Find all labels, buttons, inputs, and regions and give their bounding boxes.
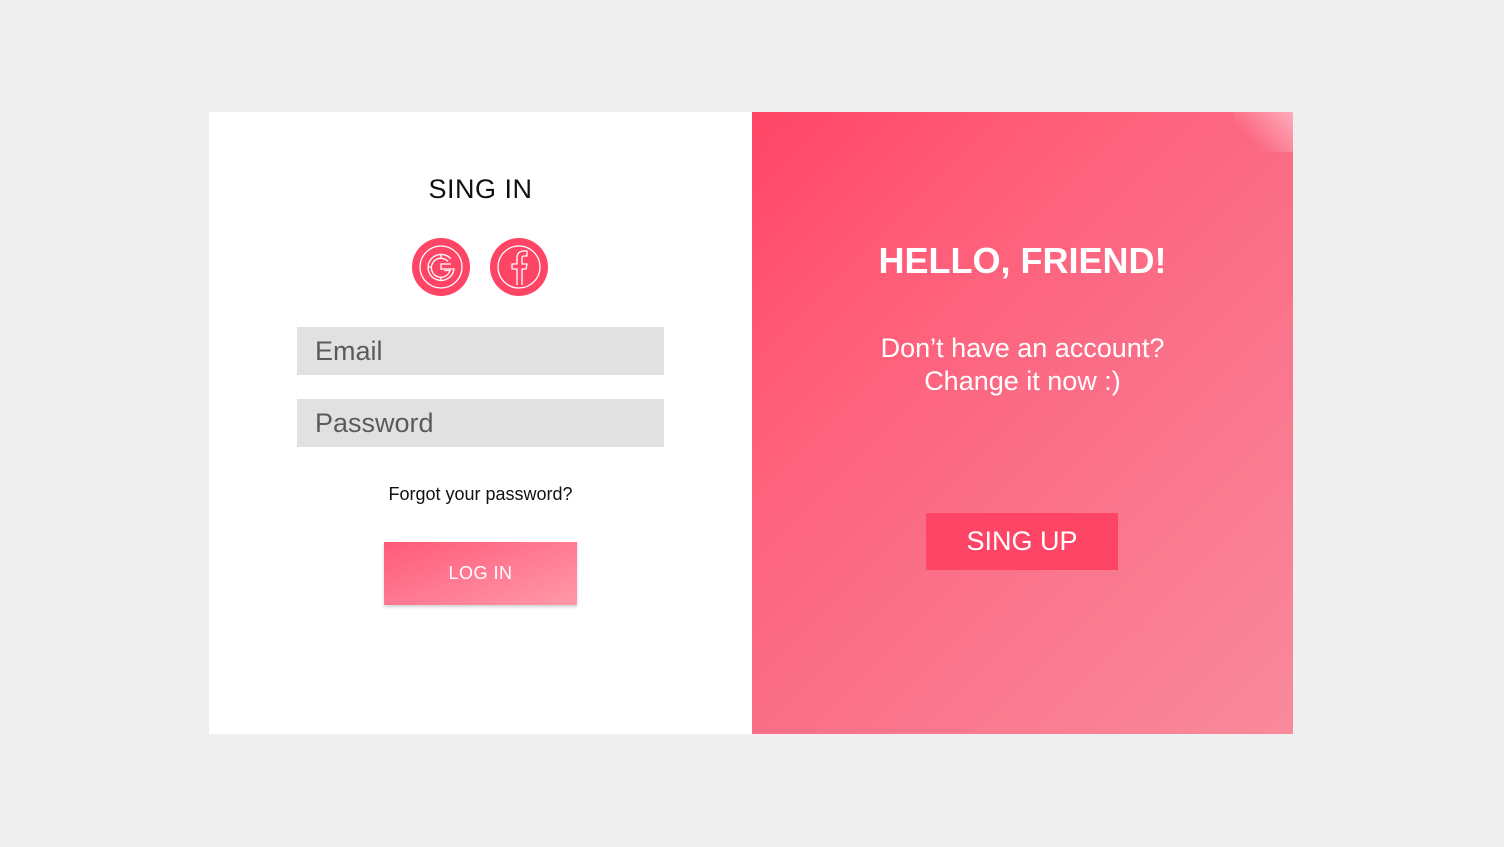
signup-button[interactable]: SING UP [926,513,1118,570]
google-login-button[interactable] [412,238,470,296]
password-field[interactable]: Password [297,399,664,447]
email-field[interactable]: Email [297,327,664,375]
login-button[interactable]: LOG IN [384,542,577,605]
google-icon [419,245,463,289]
facebook-login-button[interactable] [490,238,548,296]
social-login-group [412,238,548,296]
signin-title: SING IN [428,174,533,204]
signup-promo-panel: HELLO, FRIEND! Don’t have an account? Ch… [752,112,1293,734]
facebook-icon [497,245,541,289]
promo-text: Don’t have an account? Change it now :) [752,332,1293,398]
signin-panel: SING IN Email Password Forgot your passw… [209,112,752,734]
promo-text-line-2: Change it now :) [924,366,1121,396]
auth-card: SING IN Email Password Forgot your passw… [209,112,1293,734]
forgot-password-link[interactable]: Forgot your password? [209,484,752,505]
promo-text-line-1: Don’t have an account? [880,333,1165,363]
promo-title: HELLO, FRIEND! [878,240,1167,281]
